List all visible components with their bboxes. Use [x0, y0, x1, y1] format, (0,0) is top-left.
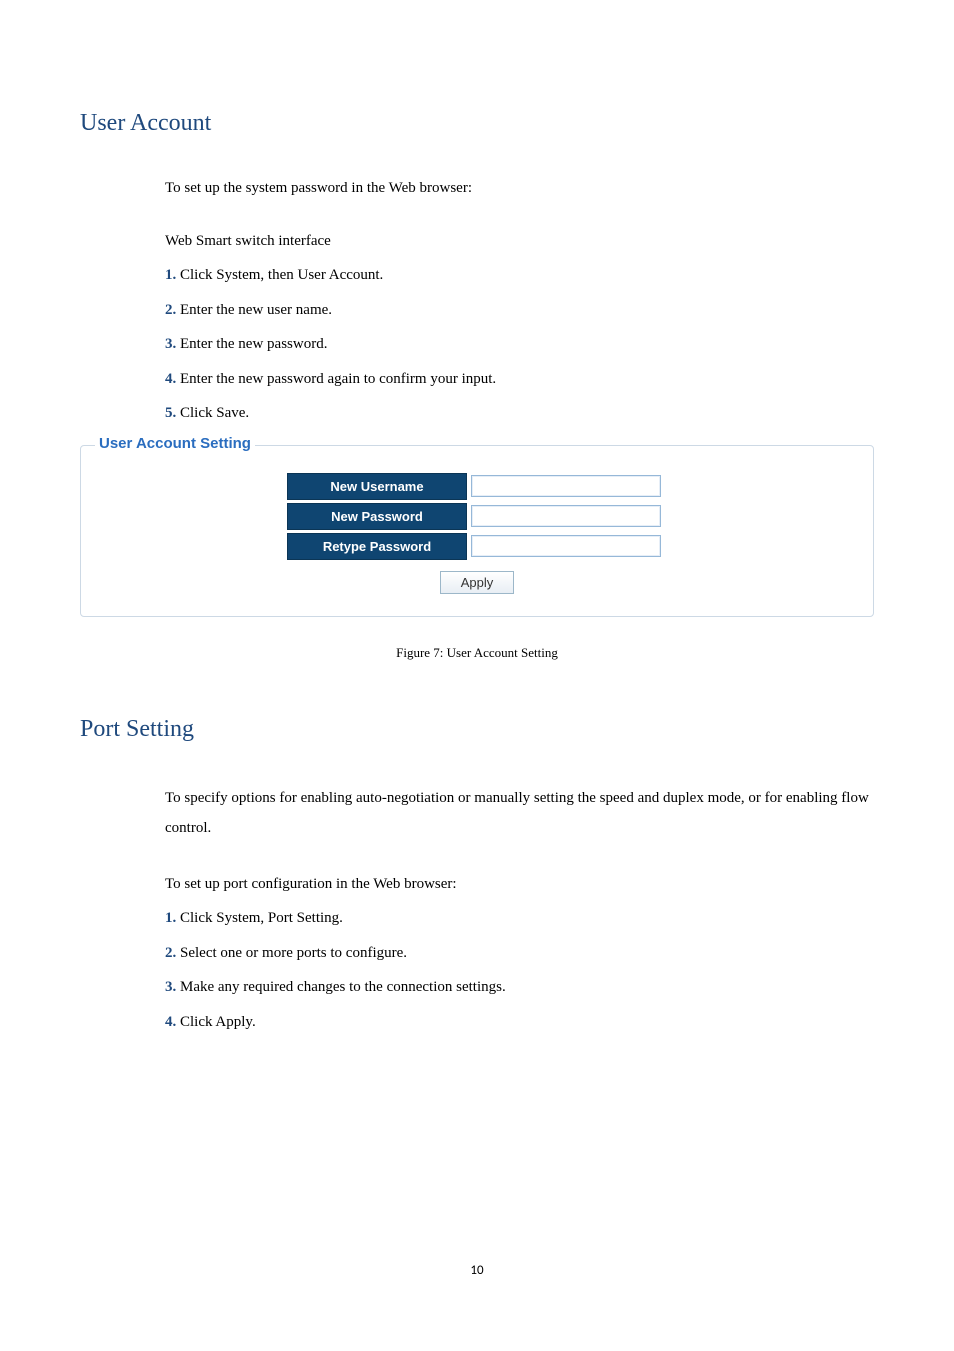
step-number: 5. [165, 405, 176, 421]
sub-intro-text-2: To set up port configuration in the Web … [165, 873, 874, 896]
figure-caption: Figure 7: User Account Setting [80, 645, 874, 661]
apply-button[interactable]: Apply [440, 571, 515, 594]
form-table: New Username New Password Retype Passwor… [287, 470, 667, 598]
row-retype-password: Retype Password [287, 533, 667, 560]
step-text: Select one or more ports to configure. [176, 945, 407, 961]
label-new-password: New Password [287, 503, 467, 530]
step-text: Click Apply. [176, 1014, 255, 1030]
step-2b: 2. Select one or more ports to configure… [165, 942, 874, 965]
step-2: 2. Enter the new user name. [165, 299, 874, 322]
step-4b: 4. Click Apply. [165, 1011, 874, 1034]
step-5: 5. Click Save. [165, 402, 874, 425]
section-heading-user-account: User Account [80, 110, 874, 137]
step-text: Make any required changes to the connect… [176, 979, 505, 995]
page-number: 10 [80, 1263, 874, 1278]
step-1: 1. Click System, then User Account. [165, 264, 874, 287]
sub-intro-text: Web Smart switch interface [165, 230, 874, 253]
section-heading-port-setting: Port Setting [80, 716, 874, 743]
label-new-username: New Username [287, 473, 467, 500]
step-1b: 1. Click System, Port Setting. [165, 907, 874, 930]
step-3b: 3. Make any required changes to the conn… [165, 976, 874, 999]
new-password-input[interactable] [471, 505, 661, 527]
user-account-setting-panel: User Account Setting New Username New Pa… [80, 445, 874, 617]
row-new-password: New Password [287, 503, 667, 530]
step-4: 4. Enter the new password again to confi… [165, 368, 874, 391]
row-new-username: New Username [287, 473, 667, 500]
step-text: Enter the new user name. [176, 302, 332, 318]
step-text: Enter the new password again to confirm … [176, 371, 496, 387]
step-number: 4. [165, 371, 176, 387]
step-number: 3. [165, 336, 176, 352]
step-text: Click Save. [176, 405, 249, 421]
step-3: 3. Enter the new password. [165, 333, 874, 356]
step-number: 1. [165, 910, 176, 926]
label-retype-password: Retype Password [287, 533, 467, 560]
step-number: 2. [165, 302, 176, 318]
intro-text-2: To specify options for enabling auto-neg… [165, 783, 874, 843]
step-number: 3. [165, 979, 176, 995]
step-number: 4. [165, 1014, 176, 1030]
step-text: Click System, then User Account. [176, 267, 383, 283]
retype-password-input[interactable] [471, 535, 661, 557]
step-number: 2. [165, 945, 176, 961]
panel-legend: User Account Setting [95, 435, 255, 452]
intro-text: To set up the system password in the Web… [165, 177, 874, 200]
step-text: Click System, Port Setting. [176, 910, 343, 926]
step-number: 1. [165, 267, 176, 283]
new-username-input[interactable] [471, 475, 661, 497]
step-text: Enter the new password. [176, 336, 327, 352]
